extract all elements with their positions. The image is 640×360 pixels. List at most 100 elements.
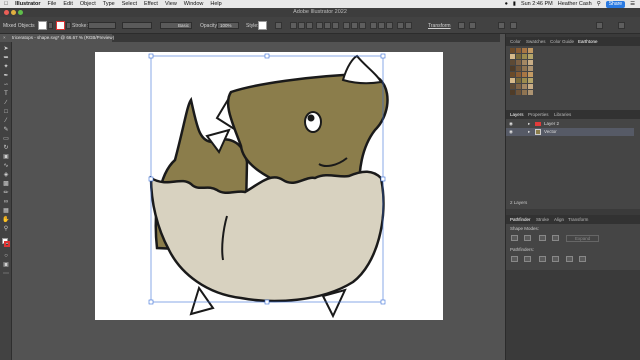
tab-properties[interactable]: Properties [528, 112, 549, 117]
stroke-weight-input[interactable] [88, 22, 116, 29]
eraser-tool-icon[interactable]: ▭ [2, 136, 10, 143]
align-top-icon[interactable] [316, 22, 323, 29]
minus-front-button[interactable] [524, 235, 531, 241]
rectangle-tool-icon[interactable]: □ [2, 109, 10, 116]
curvature-tool-icon[interactable]: ∽ [2, 82, 10, 89]
distribute-center-icon[interactable] [378, 22, 385, 29]
shape-builder-tool-icon[interactable]: ◈ [2, 172, 10, 179]
menu-edit[interactable]: Edit [63, 1, 72, 7]
transform-link[interactable]: Transform [428, 23, 451, 29]
minimize-window-button[interactable] [11, 10, 16, 15]
rotate-tool-icon[interactable]: ↻ [2, 145, 10, 152]
menu-object[interactable]: Object [80, 1, 96, 7]
swatch-chip[interactable] [510, 54, 515, 59]
swatch-chip[interactable] [510, 72, 515, 77]
magic-wand-tool-icon[interactable]: ✦ [2, 64, 10, 71]
swatch-chip[interactable] [528, 84, 533, 89]
gradient-tool-icon[interactable]: ▩ [2, 181, 10, 188]
clock[interactable]: Sun 2:46 PM [521, 1, 553, 7]
expand-button[interactable]: Expand [566, 235, 600, 242]
menu-effect[interactable]: Effect [144, 1, 158, 7]
edit-toolbar-icon[interactable]: ⋯ [2, 271, 10, 278]
hand-tool-icon[interactable]: ✋ [2, 217, 10, 224]
opacity-input[interactable]: 100% [217, 22, 239, 29]
intersect-button[interactable] [539, 235, 546, 241]
tab-align[interactable]: Align [554, 217, 564, 222]
more-options-icon[interactable] [405, 22, 412, 29]
battery-icon[interactable]: ▮ [513, 1, 516, 7]
shape-builder-icon[interactable] [469, 22, 476, 29]
align-left-icon[interactable] [290, 22, 297, 29]
swatch-chip[interactable] [516, 60, 521, 65]
swatch-chip[interactable] [522, 48, 527, 53]
layer-visibility-icon[interactable]: ◉ [509, 128, 513, 136]
menu-file[interactable]: File [48, 1, 57, 7]
user-name[interactable]: Heather Cash [558, 1, 592, 7]
fill-swatch[interactable] [38, 21, 47, 30]
swatch-chip[interactable] [516, 48, 521, 53]
swatch-chip[interactable] [510, 78, 515, 83]
layer-row-layer-2[interactable]: ◉ ▸ Layer 2 [506, 120, 634, 128]
artboard[interactable] [95, 52, 443, 320]
swatch-chip[interactable] [516, 66, 521, 71]
swatch-chip[interactable] [528, 54, 533, 59]
distribute-middle-icon[interactable] [351, 22, 358, 29]
stroke-swatch[interactable] [56, 21, 65, 30]
swatch-chip[interactable] [528, 78, 533, 83]
draw-mode-icon[interactable]: ○ [2, 253, 10, 260]
distribute-right-icon[interactable] [386, 22, 393, 29]
stroke-color-indicator[interactable] [4, 241, 10, 247]
wifi-icon[interactable]: ● [505, 1, 508, 7]
variable-width-profile[interactable] [122, 22, 152, 29]
search-icon[interactable]: ⚲ [597, 1, 601, 7]
direct-selection-tool-icon[interactable]: ➥ [2, 55, 10, 62]
layer-name[interactable]: Layer 2 [544, 120, 559, 128]
layer-row-vector[interactable]: ◉ ▸ Vector [506, 128, 634, 136]
distribute-top-icon[interactable] [343, 22, 350, 29]
tab-earthtone[interactable]: Earthtone [578, 39, 598, 44]
workspace-switcher-icon[interactable] [596, 22, 603, 29]
swatch-chip[interactable] [528, 48, 533, 53]
unite-button[interactable] [511, 235, 518, 241]
align-middle-icon[interactable] [324, 22, 331, 29]
tab-layers[interactable]: Layers [510, 112, 524, 117]
swatch-chip[interactable] [528, 72, 533, 77]
close-window-button[interactable] [4, 10, 9, 15]
line-tool-icon[interactable]: ∕ [2, 100, 10, 107]
tab-color-guide[interactable]: Color Guide [550, 39, 574, 44]
zoom-window-button[interactable] [18, 10, 23, 15]
canvas-area[interactable] [12, 42, 505, 360]
blend-tool-icon[interactable]: ∞ [2, 199, 10, 206]
swatch-chip[interactable] [522, 78, 527, 83]
outline-button[interactable] [566, 256, 573, 262]
align-bottom-icon[interactable] [332, 22, 339, 29]
swatch-chip[interactable] [522, 60, 527, 65]
swatch-chip[interactable] [516, 90, 521, 95]
tab-stroke[interactable]: Stroke [536, 217, 549, 222]
scale-tool-icon[interactable]: ▣ [2, 154, 10, 161]
swatch-chip[interactable] [528, 66, 533, 71]
swatch-chip[interactable] [522, 66, 527, 71]
tab-color[interactable]: Color [510, 39, 521, 44]
menu-window[interactable]: Window [184, 1, 204, 7]
swatch-chip[interactable] [516, 78, 521, 83]
paintbrush-tool-icon[interactable]: ⁄ [2, 118, 10, 125]
apple-icon[interactable]:  [4, 1, 8, 7]
tab-libraries[interactable]: Libraries [554, 112, 571, 117]
eyedropper-tool-icon[interactable]: ✏ [2, 190, 10, 197]
swatch-chip[interactable] [510, 48, 515, 53]
list-icon[interactable]: ☰ [630, 1, 635, 7]
zoom-tool-icon[interactable]: ⚲ [2, 226, 10, 233]
type-tool-icon[interactable]: T [2, 91, 10, 98]
search-help-icon[interactable] [510, 22, 517, 29]
tab-pathfinder[interactable]: Pathfinder [510, 217, 531, 222]
arrange-documents-icon[interactable] [498, 22, 505, 29]
tab-transform[interactable]: Transform [568, 217, 588, 222]
menu-help[interactable]: Help [210, 1, 221, 7]
swatch-chip[interactable] [510, 90, 515, 95]
menu-select[interactable]: Select [122, 1, 137, 7]
swatch-chip[interactable] [510, 60, 515, 65]
crop-button[interactable] [552, 256, 559, 262]
share-button[interactable]: Share [605, 0, 626, 8]
recolor-artwork-icon[interactable] [275, 22, 282, 29]
